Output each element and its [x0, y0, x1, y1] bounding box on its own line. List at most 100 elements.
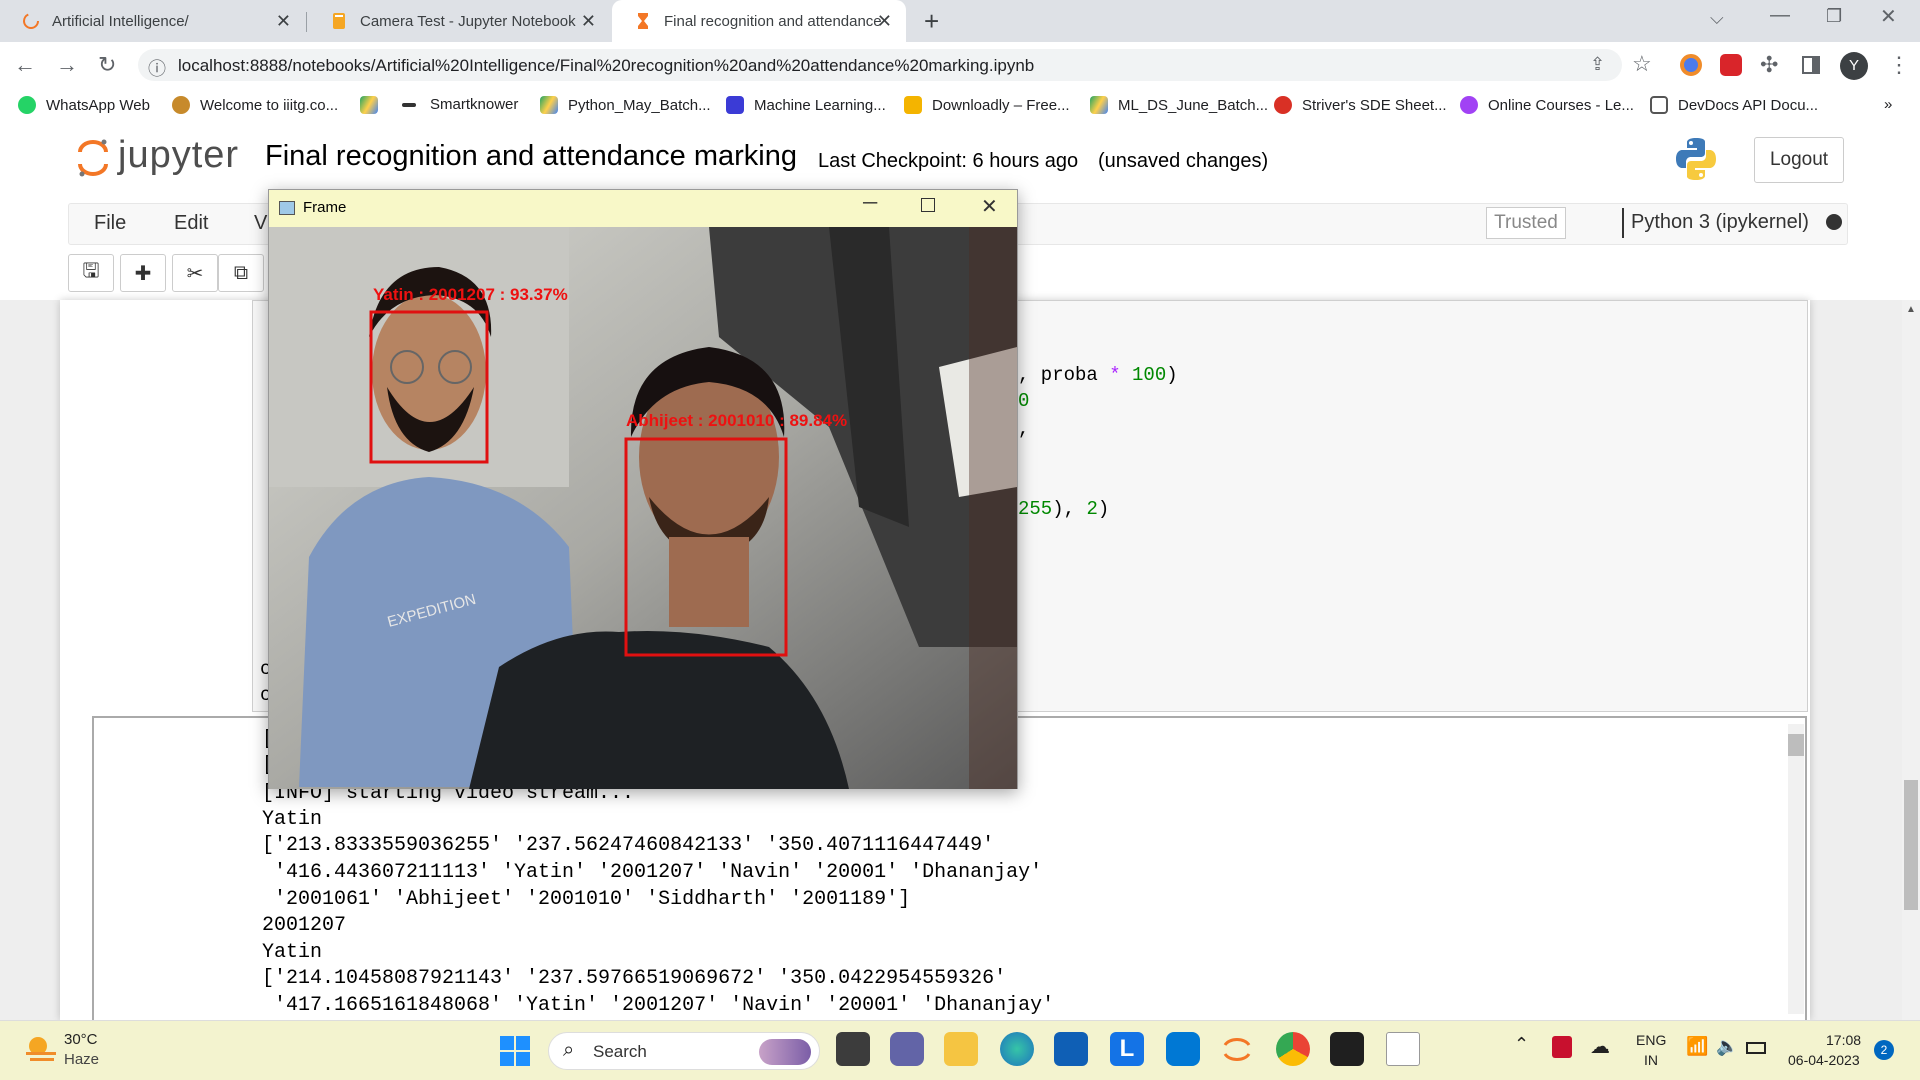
clock-date[interactable]: 06-04-2023: [1788, 1052, 1860, 1068]
bookmark-smartknower[interactable]: Smartknower: [402, 96, 518, 113]
tab-label: Artificial Intelligence/: [52, 12, 189, 30]
extension-icon[interactable]: [1680, 54, 1702, 76]
jupyter-app-icon[interactable]: [1220, 1032, 1254, 1066]
copy-button[interactable]: ⧉: [218, 254, 264, 292]
trusted-indicator[interactable]: Trusted: [1486, 207, 1566, 239]
sun-icon: [172, 96, 190, 114]
notepad-icon[interactable]: [1386, 1032, 1420, 1066]
bookmark-drive[interactable]: [360, 96, 388, 114]
insert-cell-button[interactable]: ✚: [120, 254, 166, 292]
python-logo-icon: [1674, 136, 1718, 187]
smartknower-icon: [402, 102, 416, 107]
file-explorer-icon[interactable]: [944, 1032, 978, 1066]
bookmark-devdocs[interactable]: DevDocs API Docu...: [1650, 96, 1818, 114]
edge-icon[interactable]: [1000, 1032, 1034, 1066]
output-line: Yatin: [262, 808, 323, 831]
lang-eng[interactable]: ENG: [1636, 1032, 1666, 1048]
bookmark-python-may[interactable]: Python_May_Batch...: [540, 96, 711, 114]
save-icon: 🖫: [82, 260, 100, 282]
jupyter-logo-icon[interactable]: [76, 136, 110, 185]
chrome-icon[interactable]: [1276, 1032, 1310, 1066]
teams-icon[interactable]: [890, 1032, 924, 1066]
bookmark-machine-learning[interactable]: Machine Learning...: [726, 96, 886, 114]
logout-button[interactable]: Logout: [1754, 137, 1844, 183]
weather-condition[interactable]: Haze: [64, 1051, 99, 1068]
frame-title: Frame: [303, 199, 347, 216]
bookmark-whatsapp[interactable]: WhatsApp Web: [18, 96, 150, 114]
bookmarks-more-icon[interactable]: »: [1884, 96, 1892, 113]
chevron-down-icon[interactable]: ⌵: [1710, 8, 1724, 29]
notebook-icon: [330, 12, 348, 30]
notification-badge[interactable]: 2: [1874, 1040, 1894, 1060]
minimize-icon[interactable]: ─: [863, 192, 877, 215]
terminal-icon[interactable]: [1330, 1032, 1364, 1066]
frame-titlebar[interactable]: Frame ─ ✕: [269, 190, 1017, 227]
close-tab-icon[interactable]: ✕: [581, 11, 596, 32]
search-label: Search: [593, 1042, 647, 1061]
kernel-name[interactable]: Python 3 (ipykernel): [1631, 211, 1809, 234]
onedrive-icon[interactable]: ☁: [1590, 1034, 1610, 1059]
forward-icon[interactable]: →: [56, 52, 78, 78]
cortana-icon[interactable]: [1166, 1032, 1200, 1066]
frame-window[interactable]: Frame ─ ✕ EXPEDITION Yatin: 2001207: 9…: [268, 189, 1018, 789]
window-icon: [279, 201, 295, 215]
udemy-icon: [1460, 96, 1478, 114]
close-icon[interactable]: ✕: [981, 194, 998, 219]
close-window-icon[interactable]: ✕: [1880, 4, 1897, 29]
bookmark-downloadly[interactable]: Downloadly – Free...: [904, 96, 1070, 114]
face-label-abhijeet: Abhijeet : 2001010 : 89.84%: [626, 411, 848, 430]
close-tab-icon[interactable]: ✕: [276, 11, 291, 32]
reload-icon[interactable]: ↻: [98, 52, 116, 78]
volume-icon[interactable]: 🔈: [1716, 1036, 1738, 1057]
search-highlight-icon: [759, 1039, 811, 1065]
bookmark-iiitg[interactable]: Welcome to iiitg.co...: [172, 96, 338, 114]
puzzle-icon[interactable]: ✣: [1760, 52, 1778, 78]
page-scrollbar[interactable]: [1902, 300, 1920, 1020]
lang-in[interactable]: IN: [1644, 1052, 1658, 1068]
menu-view[interactable]: V: [254, 212, 267, 235]
save-button[interactable]: 🖫: [68, 254, 114, 292]
cut-button[interactable]: ✂: [172, 254, 218, 292]
windows-start-icon[interactable]: [500, 1036, 530, 1071]
task-view-icon[interactable]: [836, 1032, 870, 1066]
store-icon[interactable]: [1054, 1032, 1088, 1066]
battery-icon[interactable]: [1746, 1042, 1766, 1054]
tab-artificial-intelligence[interactable]: Artificial Intelligence/ ✕: [0, 0, 305, 42]
restore-icon[interactable]: ❐: [1826, 6, 1842, 27]
minimize-icon[interactable]: —: [1770, 4, 1790, 27]
output-scrollbar[interactable]: [1788, 724, 1804, 1014]
scroll-up-icon[interactable]: ▲: [1906, 304, 1916, 315]
share-icon[interactable]: ⇪: [1590, 54, 1605, 75]
bookmark-online-courses[interactable]: Online Courses - Le...: [1460, 96, 1634, 114]
back-icon[interactable]: ←: [14, 52, 36, 78]
mcafee-icon[interactable]: [1552, 1036, 1572, 1058]
close-tab-icon[interactable]: ✕: [877, 11, 892, 32]
extension-icon[interactable]: [1720, 54, 1742, 76]
new-tab-icon[interactable]: +: [924, 6, 939, 37]
weather-haze-icon[interactable]: [24, 1034, 58, 1069]
bookmark-striver[interactable]: Striver's SDE Sheet...: [1274, 96, 1447, 114]
tab-camera-test[interactable]: Camera Test - Jupyter Notebook ✕: [308, 0, 610, 42]
bookmark-ml-ds-june[interactable]: ML_DS_June_Batch...: [1090, 96, 1268, 114]
menu-dots-icon[interactable]: ⋮: [1888, 52, 1910, 78]
jupyter-logo-text[interactable]: jupyter: [118, 134, 239, 177]
url-text[interactable]: localhost:8888/notebooks/Artificial%20In…: [178, 56, 1034, 76]
tab-final-recognition[interactable]: Final recognition and attendance ✕: [612, 0, 906, 42]
tab-label: Camera Test - Jupyter Notebook: [360, 12, 576, 30]
star-icon[interactable]: ☆: [1632, 51, 1652, 77]
clock-time[interactable]: 17:08: [1826, 1032, 1861, 1048]
weather-temp[interactable]: 30°C: [64, 1031, 98, 1048]
maximize-icon[interactable]: [921, 198, 935, 212]
profile-avatar[interactable]: Y: [1840, 52, 1868, 80]
info-icon[interactable]: ⓘ: [148, 55, 166, 81]
menu-edit[interactable]: Edit: [174, 212, 208, 235]
tab-divider: [306, 12, 307, 32]
taskbar-search[interactable]: ⌕ Search: [548, 1032, 820, 1070]
notebook-title[interactable]: Final recognition and attendance marking: [265, 140, 797, 173]
sidepanel-icon[interactable]: [1802, 56, 1820, 74]
whatsapp-icon: [18, 96, 36, 114]
menu-file[interactable]: File: [94, 212, 126, 235]
linkedin-learning-icon[interactable]: L: [1110, 1032, 1144, 1066]
wifi-icon[interactable]: 📶: [1686, 1036, 1708, 1057]
chevron-up-icon[interactable]: ⌃: [1514, 1034, 1529, 1055]
